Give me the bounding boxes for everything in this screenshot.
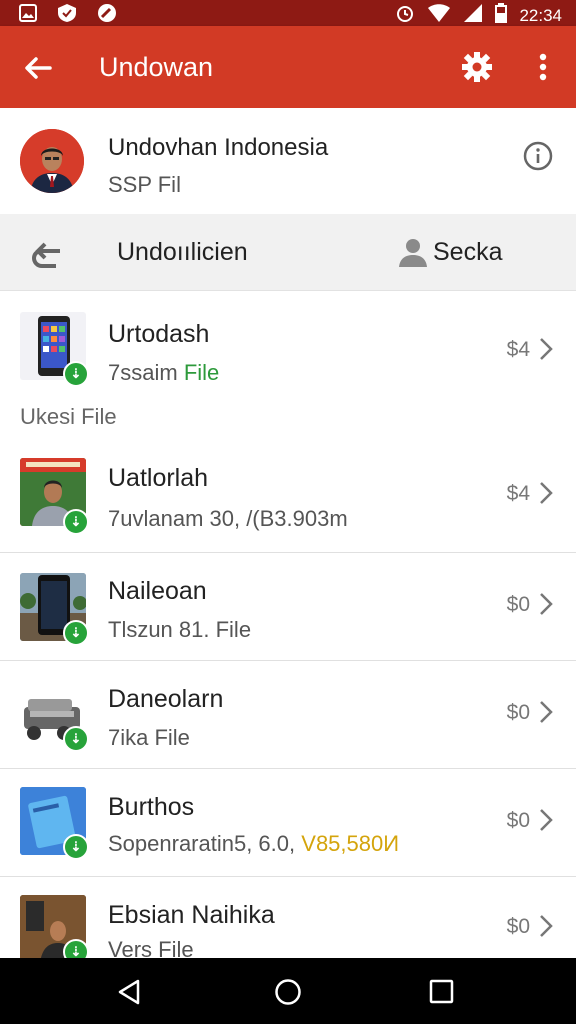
chevron-right-icon <box>538 480 554 511</box>
item-title: Naileoan <box>108 577 207 605</box>
clock-text: 22:34 <box>519 5 562 25</box>
tab-bar: Undoıılicien Secka <box>0 214 576 291</box>
redo-icon[interactable] <box>30 238 66 277</box>
avatar <box>20 129 84 193</box>
chevron-right-icon <box>538 699 554 730</box>
profile-subtitle: SSP Fil <box>108 172 181 197</box>
item-subtitle: Vers File <box>108 937 194 958</box>
tab-secondary[interactable]: Secka <box>433 238 502 267</box>
download-badge-icon: ⇣ <box>63 834 89 860</box>
item-price: $4 <box>506 338 530 361</box>
gallery-icon <box>18 3 38 28</box>
profile-card[interactable]: Undovhan Indonesia SSP Fil <box>0 108 576 215</box>
item-price: $4 <box>506 482 530 505</box>
wifi-icon <box>427 3 451 28</box>
item-price: $0 <box>506 809 530 832</box>
battery-icon <box>495 3 508 28</box>
list-item[interactable]: ⇣ Naileoan Tlszun 81. File $0 <box>0 553 576 660</box>
item-title: Daneolarn <box>108 685 224 713</box>
item-price: $0 <box>506 593 530 616</box>
shield-icon <box>56 3 78 28</box>
gear-icon[interactable] <box>460 50 494 89</box>
download-badge-icon: ⇣ <box>63 509 89 535</box>
item-subtitle: 7uvlanam 30, /(B3.903m <box>108 506 348 531</box>
download-badge-icon: ⇣ <box>63 939 89 958</box>
item-subtitle: 7ssaim File <box>108 360 220 385</box>
edit-icon <box>96 3 118 28</box>
item-subtitle: Sopenraratin5, 6.0, V85,580И <box>108 831 400 856</box>
item-price: $0 <box>506 701 530 724</box>
chevron-right-icon <box>538 591 554 622</box>
nav-back-icon[interactable] <box>116 978 144 1011</box>
app-bar: Undowan <box>0 26 576 108</box>
item-title: Burthos <box>108 793 195 821</box>
item-subtitle: 7ika File <box>108 725 190 750</box>
download-badge-icon: ⇣ <box>63 620 89 646</box>
list-item[interactable]: ⇣ Daneolarn 7ika File $0 <box>0 661 576 768</box>
item-title: Urtodash <box>108 320 210 348</box>
profile-name: Undovhan Indonesia <box>108 134 329 161</box>
person-icon <box>396 236 430 273</box>
chevron-right-icon <box>538 807 554 838</box>
download-badge-icon: ⇣ <box>63 726 89 752</box>
list-item[interactable]: ⇣ Burthos Sopenraratin5, 6.0, V85,580И $… <box>0 769 576 876</box>
list-item[interactable]: ⇣ Urtodash 7ssaim File $4 <box>0 290 576 404</box>
navigation-bar <box>0 958 576 1024</box>
section-label: Ukesi File <box>20 404 117 429</box>
nav-home-icon[interactable] <box>273 978 303 1011</box>
app-title: Undowan <box>99 52 214 82</box>
item-price: $0 <box>506 915 530 938</box>
info-icon[interactable] <box>522 140 554 177</box>
more-vert-icon[interactable] <box>534 50 552 89</box>
signal-icon <box>463 3 483 28</box>
download-badge-icon: ⇣ <box>63 361 89 387</box>
status-bar: 22:34 <box>0 0 576 26</box>
item-subtitle: Tlszun 81. File <box>108 617 252 642</box>
alarm-icon <box>395 3 415 28</box>
list-item[interactable]: ⇣ Uatlorlah 7uvlanam 30, /(B3.903m $4 <box>0 440 576 552</box>
list-item[interactable]: ⇣ Ebsian Naihika Vers File $0 <box>0 877 576 958</box>
tab-primary[interactable]: Undoıılicien <box>117 238 248 267</box>
nav-recents-icon[interactable] <box>428 978 456 1011</box>
chevron-right-icon <box>538 913 554 944</box>
chevron-right-icon <box>538 336 554 367</box>
item-title: Ebsian Naihika <box>108 901 275 929</box>
item-title: Uatlorlah <box>108 464 209 492</box>
arrow-back-icon[interactable] <box>22 52 54 89</box>
